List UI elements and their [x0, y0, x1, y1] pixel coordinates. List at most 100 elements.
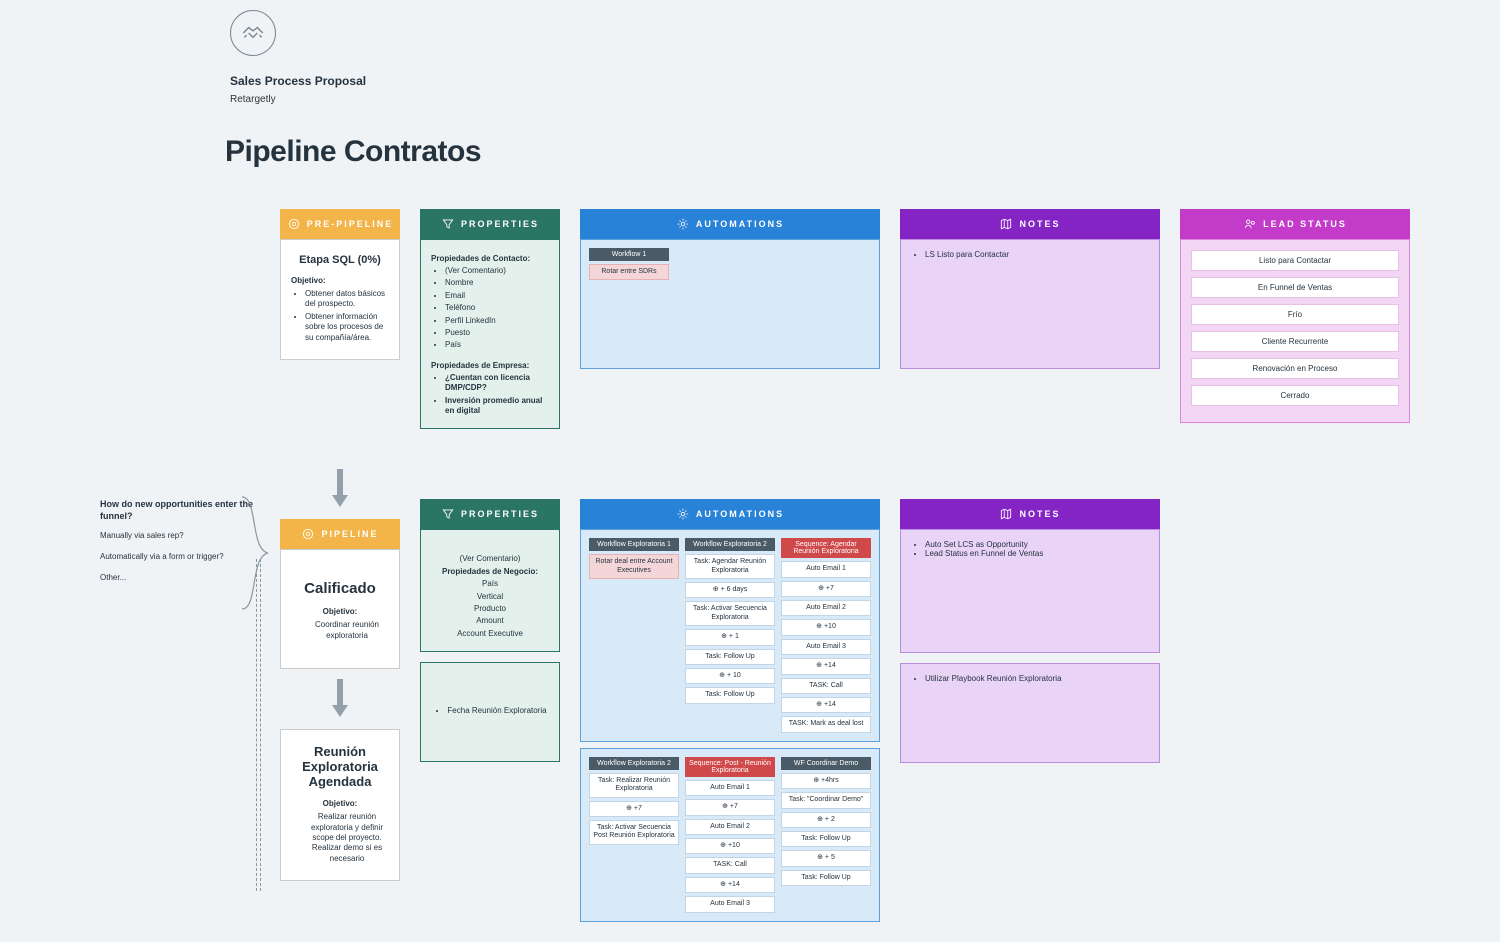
column-label: AUTOMATIONS — [696, 509, 784, 519]
workflow-cell: ⊕ +14 — [685, 877, 775, 893]
list-item: Obtener datos básicos del prospecto. — [305, 289, 389, 310]
workflow-cell: TASK: Call — [685, 857, 775, 873]
list-item: Inversión promedio anual en digital — [445, 396, 549, 417]
lead-status-pill: Listo para Contactar — [1191, 250, 1399, 271]
workflow-cell: ⊕ +7 — [589, 801, 679, 817]
section-label: Propiedades de Contacto: — [431, 254, 549, 263]
column-label: PROPERTIES — [461, 509, 539, 519]
column-header-pre-pipeline: PRE-PIPELINE — [280, 209, 400, 239]
workflow-cell: Rotar entre SDRs — [589, 264, 669, 280]
brace-icon — [240, 493, 270, 613]
section-label: Propiedades de Negocio: — [431, 567, 549, 576]
page-title: Pipeline Contratos — [225, 135, 1400, 169]
workflow-cell: ⊕ +14 — [781, 697, 871, 713]
list-item: Teléfono — [445, 303, 549, 313]
list-item: País — [431, 579, 549, 589]
workflow-cell: Task: Follow Up — [781, 831, 871, 847]
filter-icon — [441, 507, 455, 521]
target-icon — [287, 217, 301, 231]
workflow-cell: TASK: Mark as deal lost — [781, 716, 871, 732]
list-item: Puesto — [445, 328, 549, 338]
map-icon — [999, 217, 1013, 231]
workflow-cell: ⊕ +14 — [781, 658, 871, 674]
automations-box: Workflow Exploratoria 2 Task: Realizar Re… — [580, 748, 880, 922]
dashed-connector — [260, 559, 261, 891]
workflow-header: WF Coordinar Demo — [781, 757, 871, 770]
workflow-cell: ⊕ + 1 — [685, 629, 775, 645]
column-label: PROPERTIES — [461, 219, 539, 229]
workflow-cell: ⊕ +10 — [781, 619, 871, 635]
notes-box: LS Listo para Contactar — [900, 239, 1160, 369]
properties-box: (Ver Comentario) Propiedades de Negocio:… — [420, 529, 560, 652]
section-label: Propiedades de Empresa: — [431, 361, 549, 370]
automations-box: Workflow Exploratoria 1Rotar deal entre … — [580, 529, 880, 742]
dashed-connector — [256, 559, 257, 891]
filter-icon — [441, 217, 455, 231]
target-icon — [301, 527, 315, 541]
objective-label: Objetivo: — [291, 607, 389, 616]
list-item: Auto Set LCS as Opportunity — [925, 540, 1149, 549]
stage-title: Etapa SQL (0%) — [291, 254, 389, 266]
workflow-cell: Task: Follow Up — [781, 870, 871, 886]
stage-box-sql: Etapa SQL (0%) Objetivo: Obtener datos b… — [280, 239, 400, 360]
list-item: Fecha Reunión Exploratoria — [447, 706, 546, 716]
column-label: PIPELINE — [321, 529, 378, 539]
gear-icon — [676, 507, 690, 521]
workflow-cell: Auto Email 2 — [781, 600, 871, 616]
properties-box: Propiedades de Contacto: (Ver Comentario… — [420, 239, 560, 429]
lead-status-pill: Cliente Recurrente — [1191, 331, 1399, 352]
automations-box: Workflow 1 Rotar entre SDRs — [580, 239, 880, 369]
proposal-title: Sales Process Proposal — [230, 74, 1400, 88]
gear-icon — [676, 217, 690, 231]
workflow-cell: Task: Realizar Reunión Exploratoria — [589, 773, 679, 798]
list-item: Realizar reunión exploratoria y definir … — [305, 812, 389, 864]
list-item: LS Listo para Contactar — [925, 250, 1149, 259]
workflow-cell: ⊕ + 10 — [685, 668, 775, 684]
workflow-cell: Task: Activar Secuencia Exploratoria — [685, 601, 775, 626]
workflow-cell: ⊕ +4hrs — [781, 773, 871, 789]
workflow-cell: Task: Activar Secuencia Post Reunión Exp… — [589, 820, 679, 845]
column-label: NOTES — [1019, 219, 1060, 229]
workflow-header: Sequence: Agendar Reunión Exploratoria — [781, 538, 871, 558]
column-label: AUTOMATIONS — [696, 219, 784, 229]
workflow-header: Workflow Exploratoria 2 — [589, 757, 679, 770]
list-item: Coordinar reunión exploratoria — [305, 620, 389, 641]
list-item: Account Executive — [431, 629, 549, 639]
workflow-header: Workflow 1 — [589, 248, 669, 261]
list-item: Nombre — [445, 278, 549, 288]
column-header-pipeline: PIPELINE — [280, 519, 400, 549]
lead-status-pill: Cerrado — [1191, 385, 1399, 406]
column-header-notes: NOTES — [900, 499, 1160, 529]
workflow-cell: Auto Email 1 — [685, 780, 775, 796]
side-answer: Manually via sales rep? — [100, 531, 260, 540]
workflow-cell: ⊕ +10 — [685, 838, 775, 854]
arrow-down-icon — [332, 469, 348, 509]
workflow-cell: ⊕ + 6 days — [685, 582, 775, 598]
column-label: NOTES — [1019, 509, 1060, 519]
arrow-down-icon — [332, 679, 348, 719]
list-item: Amount — [431, 616, 549, 626]
workflow-cell: Auto Email 2 — [685, 819, 775, 835]
list-item: País — [445, 340, 549, 350]
column-header-properties: PROPERTIES — [420, 209, 560, 239]
workflow-cell: Task: Follow Up — [685, 649, 775, 665]
workflow-cell: ⊕ + 5 — [781, 850, 871, 866]
column-label: LEAD STATUS — [1263, 219, 1347, 229]
column-header-automations: AUTOMATIONS — [580, 499, 880, 529]
users-icon — [1243, 217, 1257, 231]
list-item: Perfil LinkedIn — [445, 316, 549, 326]
workflow-cell: Auto Email 3 — [781, 639, 871, 655]
handshake-logo — [230, 10, 276, 56]
proposal-subtitle: Retargetly — [230, 94, 1400, 105]
workflow-cell: ⊕ + 2 — [781, 812, 871, 828]
workflow-cell: Auto Email 1 — [781, 561, 871, 577]
notes-box: Auto Set LCS as Opportunity Lead Status … — [900, 529, 1160, 653]
lead-status-pill: En Funnel de Ventas — [1191, 277, 1399, 298]
list-item: Vertical — [431, 592, 549, 602]
workflow-header: Sequence: Post - Reunión Exploratoria — [685, 757, 775, 777]
side-answer: Automatically via a form or trigger? — [100, 552, 260, 561]
column-label: PRE-PIPELINE — [307, 219, 394, 229]
list-item: Producto — [431, 604, 549, 614]
list-item: Utilizar Playbook Reunión Exploratoria — [925, 674, 1149, 683]
workflow-cell: ⊕ +7 — [781, 581, 871, 597]
